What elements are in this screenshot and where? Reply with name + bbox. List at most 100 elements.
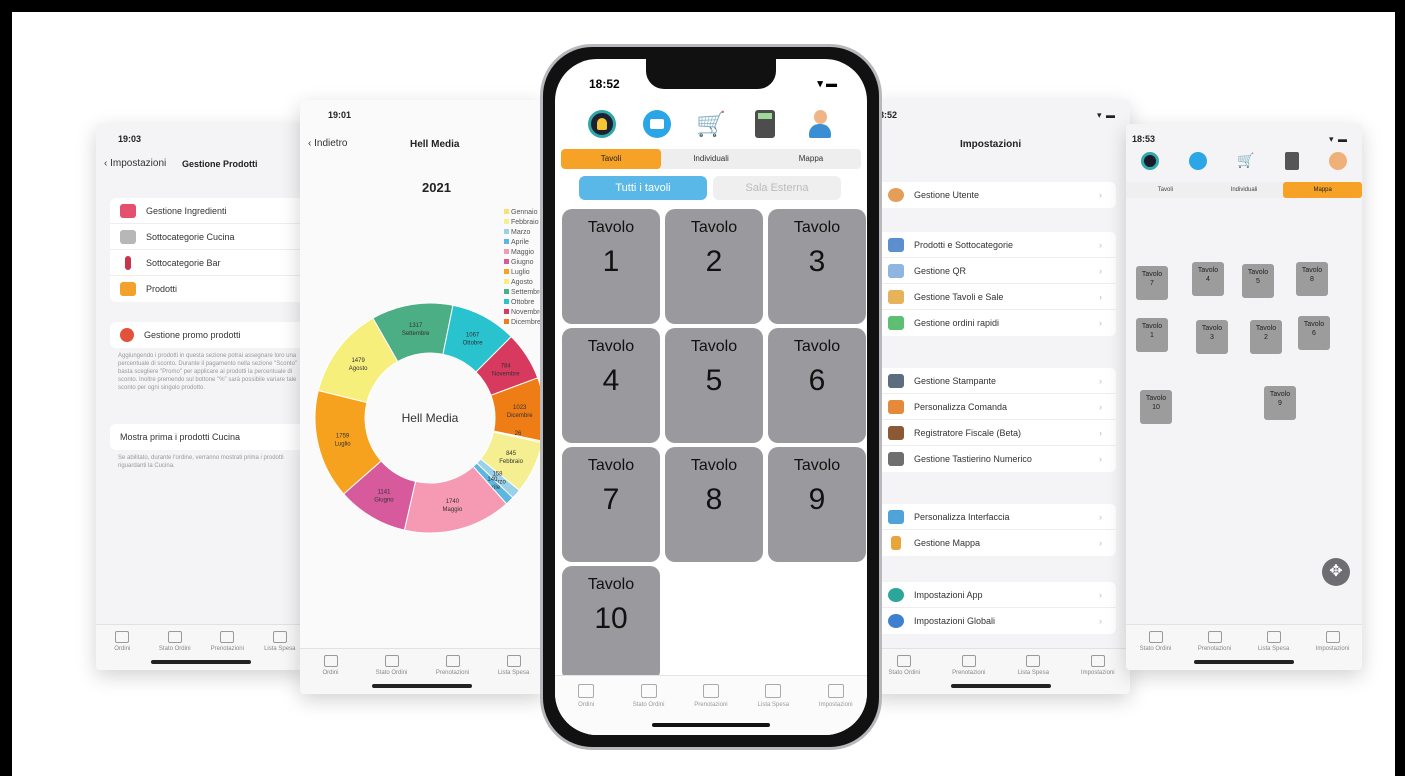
tab-lista-spesa[interactable]: Lista Spesa [745, 684, 801, 735]
tab-stato-ordini[interactable]: Stato Ordini [1131, 631, 1181, 670]
tab-ordini[interactable]: Ordini [97, 631, 147, 670]
table-number: 2 [705, 245, 723, 278]
table-label: Tavolo [1247, 269, 1269, 276]
table-tile[interactable]: Tavolo 1 [562, 209, 660, 324]
slice-value-label: 1317 [409, 323, 423, 329]
settings-item-interfaccia[interactable]: Personalizza Interfaccia › [878, 504, 1116, 530]
room-tutti-tavoli[interactable]: Tutti i tavoli [579, 176, 707, 200]
legend-swatch [504, 229, 509, 234]
table-icon [888, 289, 904, 304]
table-tile[interactable]: Tavolo 4 [562, 328, 660, 443]
settings-item-qr[interactable]: Gestione QR › [878, 258, 1116, 284]
map-table[interactable]: Tavolo 7 [1136, 266, 1168, 300]
table-label: Tavolo [587, 338, 635, 355]
tab-ordini[interactable]: Ordini [558, 684, 614, 735]
tab-prenotazioni[interactable]: Prenotazioni [428, 655, 478, 694]
segment-tavoli[interactable]: Tavoli [561, 149, 661, 169]
table-tile[interactable]: Tavolo 2 [665, 209, 763, 324]
slice-value-label: 1141 [378, 489, 392, 495]
chevron-right-icon: › [1099, 375, 1102, 386]
map-table[interactable]: Tavolo 9 [1264, 386, 1296, 420]
tab-ordini[interactable]: Ordini [306, 655, 356, 694]
wine-glass-icon [125, 255, 131, 270]
menu-item-bar[interactable]: Sottocategorie Bar [110, 250, 306, 276]
tab-prenotazioni[interactable]: Prenotazioni [202, 631, 252, 670]
map-table[interactable]: Tavolo 8 [1296, 262, 1328, 296]
legend-item: Dicembre [504, 318, 544, 328]
calculator-icon[interactable] [750, 109, 780, 139]
page-title: Hell Media [410, 139, 460, 150]
slice-value-label: 784 [501, 363, 512, 369]
slice-category-label: Novembre [492, 371, 520, 377]
map-table[interactable]: Tavolo 3 [1196, 320, 1228, 354]
products-icon [888, 237, 904, 252]
tab-impostazioni[interactable]: Impostazioni [808, 684, 864, 735]
settings-item-tavoli[interactable]: Gestione Tavoli e Sale › [878, 284, 1116, 310]
slice-category-label: Maggio [443, 507, 463, 513]
promo-item[interactable]: Gestione promo prodotti [110, 322, 306, 348]
segment-mappa[interactable]: Mappa [761, 149, 861, 169]
settings-item-registratore[interactable]: Registratore Fiscale (Beta) › [878, 420, 1116, 446]
table-tile[interactable]: Tavolo 10 [562, 566, 660, 681]
tab-impostazioni[interactable]: Impostazioni [1073, 655, 1123, 694]
mail-icon[interactable] [642, 109, 672, 139]
map-table[interactable]: Tavolo 4 [1192, 262, 1224, 296]
phone-screen: 18:52 ▾ ▬ 🛒 Tavoli Individuali Mappa Tut… [555, 59, 867, 735]
tab-label: Impostazioni [1080, 670, 1115, 676]
kitchen-first-toggle[interactable]: Mostra prima i prodotti Cucina [110, 424, 306, 450]
map-table[interactable]: Tavolo 5 [1242, 264, 1274, 298]
tab-lista-spesa[interactable]: Lista Spesa [1249, 631, 1299, 670]
menu-item-prodotti[interactable]: Prodotti [110, 276, 306, 302]
menu-item-ingredienti[interactable]: Gestione Ingredienti [110, 198, 306, 224]
table-label: Tavolo [587, 576, 635, 593]
room-sala-esterna[interactable]: Sala Esterna [713, 176, 841, 200]
table-tile[interactable]: Tavolo 7 [562, 447, 660, 562]
tab-prenotazioni[interactable]: Prenotazioni [683, 684, 739, 735]
user-icon[interactable] [805, 109, 835, 139]
tab-prenotazioni[interactable]: Prenotazioni [944, 655, 994, 694]
segment-individuali[interactable]: Individuali [661, 149, 761, 169]
map-table[interactable]: Tavolo 10 [1140, 390, 1172, 424]
tab-label: Prenotazioni [694, 702, 728, 708]
settings-item-ordini-rapidi[interactable]: Gestione ordini rapidi › [878, 310, 1116, 336]
tab-lista-spesa[interactable]: Lista Spesa [255, 631, 305, 670]
move-arrows-icon[interactable]: ✥ [1322, 558, 1350, 586]
bell-icon[interactable] [587, 109, 617, 139]
settings-item-comanda[interactable]: Personalizza Comanda › [878, 394, 1116, 420]
map-table[interactable]: Tavolo 2 [1250, 320, 1282, 354]
tab-stato-ordini[interactable]: Stato Ordini [879, 655, 929, 694]
settings-item-utente[interactable]: Gestione Utente › [878, 182, 1116, 208]
tab-label: Impostazioni [818, 702, 853, 708]
tab-stato-ordini[interactable]: Stato Ordini [367, 655, 417, 694]
settings-item-app[interactable]: Impostazioni App › [878, 582, 1116, 608]
settings-item-prodotti[interactable]: Prodotti e Sottocategorie › [878, 232, 1116, 258]
legend-swatch [504, 209, 509, 214]
table-tile[interactable]: Tavolo 6 [768, 328, 866, 443]
tab-lista-spesa[interactable]: Lista Spesa [1008, 655, 1058, 694]
map-table[interactable]: Tavolo 1 [1136, 318, 1168, 352]
table-tile[interactable]: Tavolo 5 [665, 328, 763, 443]
tab-impostazioni[interactable]: Impostazioni [1308, 631, 1358, 670]
back-button[interactable]: ‹ Impostazioni [104, 158, 166, 169]
menu-item-cucina[interactable]: Sottocategorie Cucina [110, 224, 306, 250]
cart-icon[interactable]: 🛒 [696, 109, 726, 139]
table-number: 4 [1206, 276, 1210, 283]
back-button[interactable]: ‹ Indietro [308, 138, 347, 149]
map-table[interactable]: Tavolo 6 [1298, 316, 1330, 350]
settings-item-tastierino[interactable]: Gestione Tastierino Numerico › [878, 446, 1116, 472]
table-tile[interactable]: Tavolo 8 [665, 447, 763, 562]
chevron-right-icon: › [1099, 291, 1102, 302]
settings-item-stampante[interactable]: Gestione Stampante › [878, 368, 1116, 394]
settings-item-globali[interactable]: Impostazioni Globali › [878, 608, 1116, 634]
tab-stato-ordini[interactable]: Stato Ordini [621, 684, 677, 735]
table-tile[interactable]: Tavolo 3 [768, 209, 866, 324]
legend-item: Marzo [504, 228, 544, 238]
tab-stato-ordini[interactable]: Stato Ordini [150, 631, 200, 670]
table-tile[interactable]: Tavolo 9 [768, 447, 866, 562]
settings-item-mappa[interactable]: Gestione Mappa › [878, 530, 1116, 556]
status-icon [897, 655, 912, 667]
tab-prenotazioni[interactable]: Prenotazioni [1190, 631, 1240, 670]
tab-lista-spesa[interactable]: Lista Spesa [489, 655, 539, 694]
tab-label: Lista Spesa [1257, 646, 1290, 652]
app-gear-icon [888, 587, 904, 602]
